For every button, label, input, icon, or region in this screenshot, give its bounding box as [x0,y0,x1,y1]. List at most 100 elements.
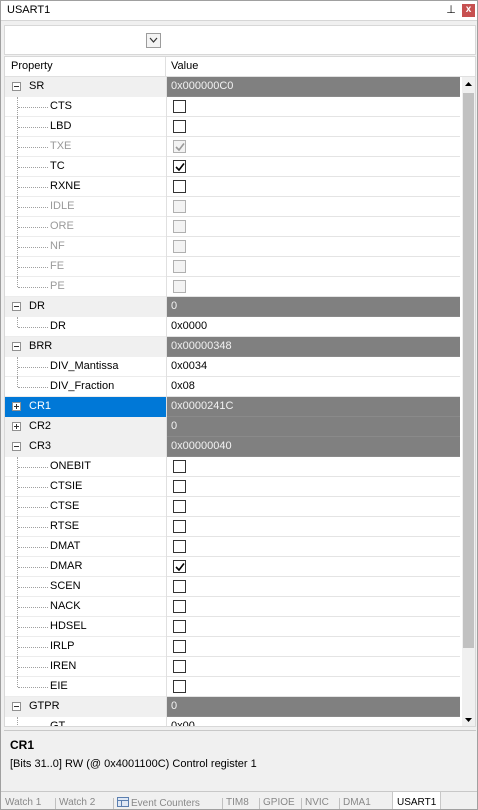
bit-checkbox[interactable] [173,540,186,553]
property-cell[interactable]: RTSE [5,517,167,537]
property-cell[interactable]: NACK [5,597,167,617]
field-row-txe[interactable]: TXE [5,137,460,157]
property-cell[interactable]: ONEBIT [5,457,167,477]
field-row-pe[interactable]: PE [5,277,460,297]
column-divider[interactable] [165,57,166,77]
bit-checkbox[interactable] [173,500,186,513]
bit-checkbox[interactable] [173,160,186,173]
collapse-icon[interactable] [12,702,21,711]
tab-watch-1[interactable]: Watch 1 [5,797,41,809]
property-cell[interactable]: CR3 [5,437,167,457]
field-row-gt[interactable]: GT 0x00 [5,717,460,726]
field-row-irlp[interactable]: IRLP [5,637,460,657]
property-cell[interactable]: CTSE [5,497,167,517]
value-cell[interactable] [167,117,460,137]
field-row-cts[interactable]: CTS [5,97,460,117]
property-column-header[interactable]: Property [11,60,53,72]
bit-checkbox[interactable] [173,460,186,473]
value-cell[interactable]: 0 [167,297,460,317]
property-cell[interactable]: SR [5,77,167,97]
field-row-dr[interactable]: DR 0x0000 [5,317,460,337]
field-row-div_fraction[interactable]: DIV_Fraction 0x08 [5,377,460,397]
expand-icon[interactable] [12,422,21,431]
bit-checkbox[interactable] [173,560,186,573]
property-cell[interactable]: TC [5,157,167,177]
field-row-onebit[interactable]: ONEBIT [5,457,460,477]
property-cell[interactable]: FE [5,257,167,277]
field-row-idle[interactable]: IDLE [5,197,460,217]
expand-icon[interactable] [12,402,21,411]
value-cell[interactable] [167,237,460,257]
value-cell[interactable] [167,537,460,557]
bit-checkbox[interactable] [173,180,186,193]
field-row-rtse[interactable]: RTSE [5,517,460,537]
field-row-scen[interactable]: SCEN [5,577,460,597]
field-row-rxne[interactable]: RXNE [5,177,460,197]
property-value[interactable]: 0x0000241C [171,400,233,412]
property-cell[interactable]: DMAR [5,557,167,577]
value-cell[interactable]: 0x08 [167,377,460,397]
property-value[interactable]: 0 [171,420,177,432]
pin-icon[interactable]: ⊥ [444,3,458,17]
field-row-nack[interactable]: NACK [5,597,460,617]
property-value[interactable]: 0x0000 [171,320,207,332]
register-row-cr3[interactable]: CR3 0x00000040 [5,437,460,457]
collapse-icon[interactable] [12,342,21,351]
bit-checkbox[interactable] [173,100,186,113]
value-cell[interactable] [167,197,460,217]
field-row-dmar[interactable]: DMAR [5,557,460,577]
property-value[interactable]: 0 [171,700,177,712]
tab-tim8[interactable]: TIM8 [226,797,249,809]
register-row-dr[interactable]: DR 0 [5,297,460,317]
property-cell[interactable]: DR [5,297,167,317]
property-cell[interactable]: CTS [5,97,167,117]
dropdown-button[interactable] [146,33,161,48]
property-value[interactable]: 0x00000040 [171,440,232,452]
property-cell[interactable]: ORE [5,217,167,237]
value-cell[interactable] [167,477,460,497]
value-cell[interactable] [167,577,460,597]
bit-checkbox[interactable] [173,480,186,493]
value-cell[interactable]: 0x00000348 [167,337,460,357]
register-row-brr[interactable]: BRR 0x00000348 [5,337,460,357]
property-cell[interactable]: SCEN [5,577,167,597]
collapse-icon[interactable] [12,82,21,91]
bit-checkbox[interactable] [173,620,186,633]
value-cell[interactable] [167,177,460,197]
tab-watch-2[interactable]: Watch 2 [59,797,95,809]
property-cell[interactable]: IREN [5,657,167,677]
field-row-hdsel[interactable]: HDSEL [5,617,460,637]
column-splitter[interactable] [166,77,167,726]
tab-dma1[interactable]: DMA1 [343,797,371,809]
property-cell[interactable]: CR1 [5,397,167,417]
value-cell[interactable] [167,657,460,677]
register-row-sr[interactable]: SR 0x000000C0 [5,77,460,97]
property-value[interactable]: 0x00 [171,720,195,726]
field-row-dmat[interactable]: DMAT [5,537,460,557]
bit-checkbox[interactable] [173,640,186,653]
close-icon[interactable]: x [462,4,475,17]
field-row-iren[interactable]: IREN [5,657,460,677]
register-row-gtpr[interactable]: GTPR 0 [5,697,460,717]
property-cell[interactable]: EIE [5,677,167,697]
value-cell[interactable] [167,97,460,117]
value-cell[interactable] [167,257,460,277]
register-row-cr1[interactable]: CR1 0x0000241C [5,397,460,417]
value-cell[interactable]: 0x0000 [167,317,460,337]
value-cell[interactable]: 0x00000040 [167,437,460,457]
bit-checkbox[interactable] [173,580,186,593]
tab-nvic[interactable]: NVIC [305,797,329,809]
property-cell[interactable]: IRLP [5,637,167,657]
property-cell[interactable]: CTSIE [5,477,167,497]
tab-event-counters[interactable]: Event Counters [117,797,200,809]
property-value[interactable]: 0 [171,300,177,312]
bit-checkbox[interactable] [173,520,186,533]
value-cell[interactable]: 0x000000C0 [167,77,460,97]
field-row-tc[interactable]: TC [5,157,460,177]
bit-checkbox[interactable] [173,120,186,133]
field-row-div_mantissa[interactable]: DIV_Mantissa 0x0034 [5,357,460,377]
collapse-icon[interactable] [12,442,21,451]
field-row-ctse[interactable]: CTSE [5,497,460,517]
value-cell[interactable] [167,217,460,237]
register-row-cr2[interactable]: CR2 0 [5,417,460,437]
